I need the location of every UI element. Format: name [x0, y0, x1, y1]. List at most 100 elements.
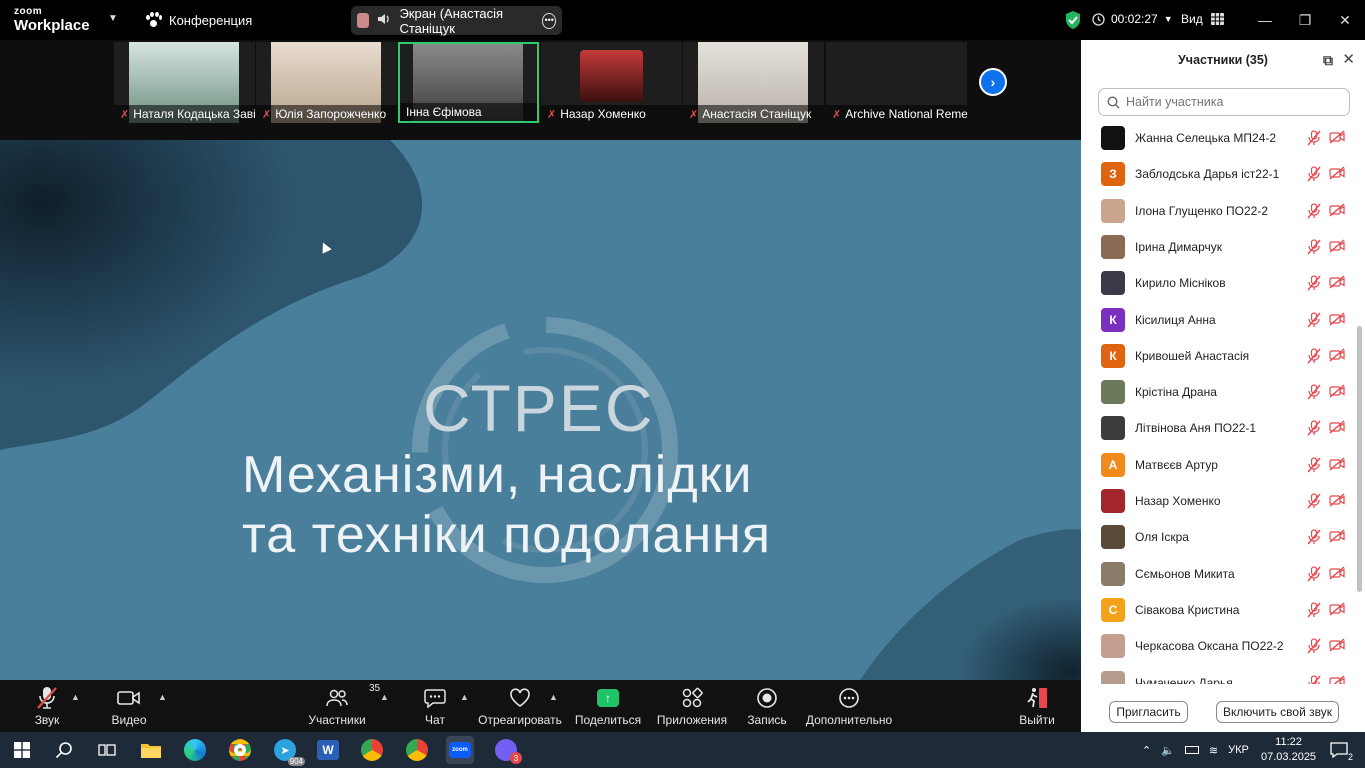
mic-muted-icon: [1307, 457, 1321, 473]
participant-avatar: [1101, 525, 1125, 550]
participant-row[interactable]: Ірина Димарчук: [1081, 229, 1351, 265]
meeting-menu[interactable]: Конференция: [145, 12, 252, 28]
clock-time: 11:22: [1275, 736, 1302, 748]
audio-button[interactable]: Звук: [22, 680, 72, 732]
participant-row[interactable]: З Заблодська Дарья іст22-1: [1081, 156, 1351, 192]
video-thumbnail[interactable]: ✗ Archive National Reme...: [826, 42, 967, 123]
video-options-caret[interactable]: ▲: [158, 692, 167, 702]
unmute-self-button[interactable]: Включить свой звук: [1216, 701, 1339, 723]
windows-start-icon[interactable]: [8, 736, 36, 764]
telegram-icon[interactable]: ➤ 904: [271, 736, 305, 766]
participant-row[interactable]: К Кісилиця Анна: [1081, 302, 1351, 338]
notifications-icon[interactable]: 2: [1325, 736, 1353, 764]
participant-row[interactable]: Жанна Селецька МП24-2: [1081, 120, 1351, 156]
participant-row[interactable]: А Матвєєв Артур: [1081, 447, 1351, 483]
chrome-profile-icon[interactable]: [358, 736, 386, 764]
scrollbar[interactable]: [1357, 326, 1362, 592]
participant-row[interactable]: С Сівакова Кристина: [1081, 592, 1351, 628]
more-button[interactable]: Дополнительно: [805, 680, 893, 732]
close-icon[interactable]: ✕: [1325, 0, 1365, 40]
apps-button[interactable]: Приложения: [655, 680, 729, 732]
viber-icon[interactable]: 3: [492, 736, 522, 764]
pop-out-icon[interactable]: ⧉: [1323, 52, 1333, 69]
react-options-caret[interactable]: ▲: [549, 692, 558, 702]
next-page-button[interactable]: ›: [979, 68, 1007, 96]
chat-options-caret[interactable]: ▲: [460, 692, 469, 702]
audio-options-caret[interactable]: ▲: [71, 692, 80, 702]
participant-name: Кісилиця Анна: [1135, 312, 1216, 327]
system-clock[interactable]: 11:22 07.03.2025: [1261, 735, 1316, 765]
timer-value: 00:02:27: [1111, 12, 1158, 26]
chrome-browser-icon[interactable]: [226, 736, 254, 764]
shield-check-icon[interactable]: [1064, 10, 1082, 30]
language-indicator[interactable]: УКР: [1228, 744, 1249, 756]
more-options-icon[interactable]: •••: [542, 12, 556, 29]
thumbnail-name-bar: ✗ Юлія Запорожченко: [256, 105, 397, 123]
invite-button[interactable]: Пригласить: [1109, 701, 1188, 723]
thumbnail-name: Archive National Reme...: [845, 107, 967, 121]
slide-title: СТРЕС: [423, 371, 655, 445]
video-thumbnail[interactable]: ✗ Наталя Кодацька Заві...: [114, 42, 255, 123]
participants-options-caret[interactable]: ▲: [380, 692, 389, 702]
video-thumbnail[interactable]: ✗ Назар Хоменко: [541, 42, 682, 123]
audio-label: Звук: [34, 713, 60, 727]
mic-muted-icon: [1307, 529, 1321, 545]
video-thumbnail-active-speaker[interactable]: Інна Єфімова: [398, 42, 539, 123]
chevron-up-icon[interactable]: ⌃: [1142, 744, 1151, 757]
participant-row[interactable]: Сємьонов Микита: [1081, 556, 1351, 592]
zoom-logo[interactable]: zoom Workplace: [14, 7, 90, 34]
battery-icon[interactable]: [1184, 746, 1199, 754]
view-menu[interactable]: Вид: [1181, 12, 1224, 26]
thumbnail-name-bar: Інна Єфімова: [400, 103, 537, 121]
video-button[interactable]: Видео: [104, 680, 154, 732]
search-icon[interactable]: [50, 736, 78, 764]
file-explorer-icon[interactable]: [137, 736, 165, 764]
chevron-down-icon: ▼: [1163, 14, 1173, 24]
mic-muted-icon: [1307, 311, 1321, 327]
participant-status-icons: [1307, 457, 1345, 473]
minimize-icon[interactable]: —: [1245, 0, 1285, 40]
mic-muted-icon: [1307, 420, 1321, 436]
participant-name: Черкасова Оксана ПО22-2: [1135, 639, 1284, 654]
edge-browser-icon[interactable]: [181, 736, 209, 764]
maximize-icon[interactable]: ❐: [1285, 0, 1325, 40]
react-button[interactable]: Отреагировать: [478, 680, 562, 732]
participant-row[interactable]: Черкасова Оксана ПО22-2: [1081, 628, 1351, 664]
participant-row[interactable]: Ілона Глущенко ПО22-2: [1081, 193, 1351, 229]
participants-button[interactable]: 35 Участники: [304, 680, 380, 732]
video-thumbnail[interactable]: ✗ Юлія Запорожченко: [256, 42, 397, 123]
task-view-icon[interactable]: [93, 736, 121, 764]
shared-screen: СТРЕС Механізми, наслідки та техніки под…: [0, 140, 1081, 680]
chevron-down-icon[interactable]: ▼: [108, 13, 118, 24]
chrome-profile-icon[interactable]: [403, 736, 431, 764]
chat-button[interactable]: Чат: [415, 680, 455, 732]
mic-muted-icon: [37, 687, 57, 709]
volume-icon[interactable]: 🔈: [1161, 744, 1175, 757]
participant-status-icons: [1307, 420, 1345, 436]
participant-row[interactable]: Чумаченко Дарья: [1081, 665, 1351, 684]
participant-row[interactable]: Кирило Місніков: [1081, 265, 1351, 301]
participant-avatar: [1101, 416, 1125, 441]
screen-share-indicator[interactable]: Экран (Анастасія Станіщук •••: [351, 6, 562, 36]
video-thumbnail[interactable]: ✗ Анастасія Станіщук: [683, 42, 824, 123]
participants-label: Участники: [308, 713, 366, 727]
video-off-icon: [1329, 457, 1345, 471]
share-button[interactable]: ↑ Поделиться: [575, 680, 641, 732]
zoom-app-icon[interactable]: zoom: [446, 736, 474, 764]
search-input[interactable]: [1126, 95, 1326, 109]
record-button[interactable]: Запись: [745, 680, 789, 732]
slide-subtitle-line-1: Механізми, наслідки: [242, 446, 753, 504]
participant-row[interactable]: К Кривошей Анастасія: [1081, 338, 1351, 374]
mic-muted-icon: ✗: [262, 108, 272, 121]
word-icon[interactable]: W: [314, 736, 342, 764]
participant-row[interactable]: Літвінова Аня ПО22-1: [1081, 410, 1351, 446]
meeting-timer[interactable]: 00:02:27 ▼: [1092, 12, 1173, 26]
close-panel-icon[interactable]: ✕: [1342, 50, 1355, 68]
leave-button[interactable]: Выйти: [1017, 680, 1057, 732]
participant-row[interactable]: Оля Іскра: [1081, 519, 1351, 555]
participant-search[interactable]: [1098, 88, 1350, 116]
search-icon: [1107, 95, 1120, 108]
participant-row[interactable]: Назар Хоменко: [1081, 483, 1351, 519]
participant-row[interactable]: Крістіна Драна: [1081, 374, 1351, 410]
wifi-icon[interactable]: ≋: [1209, 744, 1218, 757]
